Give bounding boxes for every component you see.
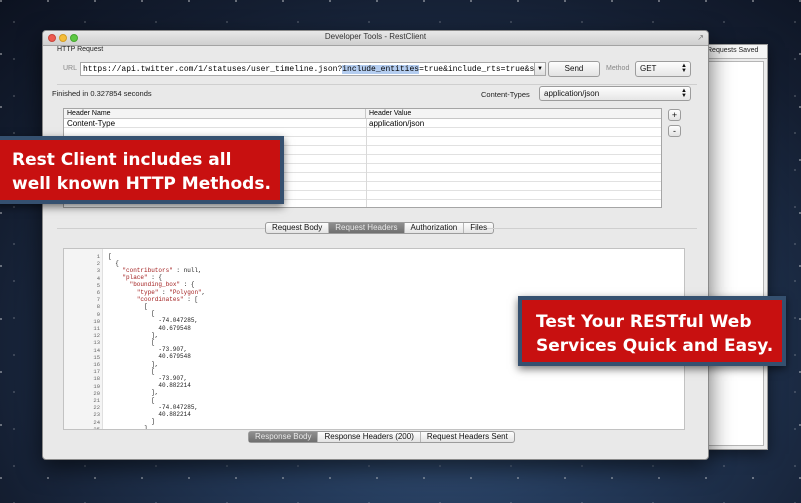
restclient-window: Developer Tools - RestClient ↗ HTTP Requ… (42, 30, 709, 460)
requests-saved-window: Requests Saved (702, 44, 768, 450)
tab-request-body[interactable]: Request Body (266, 223, 330, 233)
code-line: -73.907, (108, 346, 188, 354)
finished-status: Finished in 0.327854 seconds (52, 89, 152, 98)
request-tabs: Request Body Request Headers Authorizati… (265, 222, 495, 234)
code-line: 40.882214 (108, 410, 191, 418)
code-line: "place" : { (122, 274, 163, 282)
url-input[interactable]: https://api.twitter.com/1/statuses/user_… (80, 62, 542, 76)
fullscreen-icon[interactable]: ↗ (697, 33, 704, 42)
title-bar[interactable]: Developer Tools - RestClient ↗ (43, 31, 708, 46)
callout-line: Rest Client includes all (12, 150, 232, 170)
callout-line: Test Your RESTful Web (536, 312, 752, 332)
code-line: [ (108, 252, 112, 260)
remove-header-button[interactable]: - (668, 125, 681, 137)
code-line: 40.882214 (108, 382, 191, 390)
url-text-before: https://api.twitter.com/1/statuses/user_… (83, 65, 343, 74)
code-line: ] (108, 418, 155, 426)
content-types-select[interactable]: application/json ▲ ▼ (539, 86, 691, 101)
code-line: [ (108, 396, 155, 404)
column-divider (366, 119, 367, 207)
code-line: "bounding_box" : { (129, 281, 195, 289)
callout-http-methods: Rest Client includes all well known HTTP… (0, 136, 284, 204)
callout-line: well known HTTP Methods. (12, 174, 271, 194)
tab-response-body[interactable]: Response Body (249, 432, 319, 442)
requests-saved-title: Requests Saved (703, 45, 767, 59)
divider (57, 84, 697, 85)
divider (487, 228, 697, 229)
code-line: [ (108, 338, 155, 346)
method-label: Method (606, 65, 630, 72)
code-line: 40.679548 (108, 324, 191, 332)
header-value-cell: application/json (369, 119, 425, 128)
code-line: [ (108, 367, 155, 375)
callout-line: Services Quick and Easy. (536, 336, 774, 356)
content-types-label: Content-Types (481, 90, 530, 99)
code-line: [ (108, 302, 148, 310)
chevron-down-icon: ▼ (537, 66, 543, 72)
code-line: -74.047285, (108, 403, 199, 411)
code-line: "type" : "Polygon", (136, 288, 206, 296)
code-line: 40.679548 (108, 353, 191, 361)
header-name-cell: Content-Type (67, 119, 116, 128)
callout-restful: Test Your RESTful Web Services Quick and… (518, 296, 786, 366)
window-title: Developer Tools - RestClient (324, 32, 427, 41)
response-tabs: Response Body Response Headers (200) Req… (248, 431, 515, 443)
code-line: "contributors" : null, (122, 266, 202, 274)
code-line: { (108, 259, 119, 267)
code-line: ], (108, 389, 159, 397)
tab-request-headers[interactable]: Request Headers (329, 223, 405, 233)
method-value: GET (640, 64, 657, 73)
code-line: -73.907, (108, 374, 188, 382)
send-button[interactable]: Send (548, 61, 600, 77)
tab-authorization[interactable]: Authorization (405, 223, 465, 233)
tab-response-headers[interactable]: Response Headers (200) (318, 432, 421, 442)
code-line: ], (108, 331, 159, 339)
content-types-value: application/json (544, 89, 600, 98)
method-select[interactable]: GET ▲ ▼ (635, 61, 691, 77)
header-value-column[interactable]: Header Value (366, 109, 661, 119)
requests-saved-list[interactable] (706, 61, 764, 446)
code-line: ], (108, 360, 159, 368)
url-text-selected: include_entities (342, 65, 420, 74)
header-name-column[interactable]: Header Name (64, 109, 366, 119)
code-line: ] (108, 425, 148, 430)
table-row[interactable]: Content-Type application/json (64, 119, 661, 128)
add-header-button[interactable]: + (668, 109, 681, 121)
tab-request-headers-sent[interactable]: Request Headers Sent (421, 432, 514, 442)
url-history-dropdown[interactable]: ▼ (534, 62, 546, 76)
updown-arrows-icon: ▲ ▼ (681, 63, 687, 74)
code-line: "coordinates" : [ (136, 295, 199, 303)
code-line: -74.047285, (108, 317, 199, 325)
code-line: [ (108, 310, 155, 318)
updown-arrows-icon: ▲ ▼ (681, 88, 687, 99)
url-label: URL (63, 65, 78, 72)
divider (57, 228, 265, 229)
http-request-label: HTTP Request (57, 46, 104, 53)
url-text-after: =true&include_rts=true&screen_name (419, 65, 541, 74)
